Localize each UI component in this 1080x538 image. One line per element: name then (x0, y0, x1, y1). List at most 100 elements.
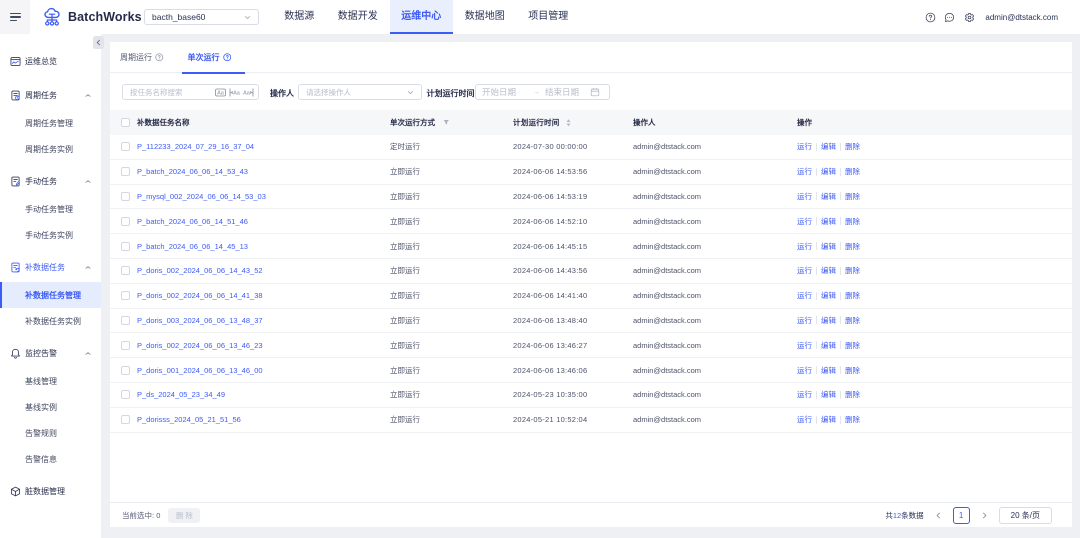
task-name-link[interactable]: P_doris_002_2024_06_06_13_46_23 (137, 341, 263, 350)
action-运行[interactable]: 运行 (797, 315, 812, 326)
top-nav-item-inactive[interactable]: 项目管理 (517, 0, 581, 34)
row-checkbox[interactable] (121, 415, 130, 424)
action-删除[interactable]: 删除 (845, 191, 860, 202)
page-size-select[interactable]: 20 条/页 (999, 507, 1052, 524)
row-checkbox[interactable] (121, 341, 130, 350)
top-nav-item-inactive[interactable]: 数据开发 (326, 0, 390, 34)
action-删除[interactable]: 删除 (845, 365, 860, 376)
task-name-link[interactable]: P_doris_001_2024_06_06_13_46_00 (137, 366, 263, 375)
action-编辑[interactable]: 编辑 (821, 216, 836, 227)
sidebar-item-手动任务实例[interactable]: 手动任务实例 (0, 222, 101, 248)
action-删除[interactable]: 删除 (845, 414, 860, 425)
sorter-icon[interactable] (566, 119, 571, 127)
column-header-method[interactable]: 单次运行方式 (390, 117, 513, 128)
sidebar-collapse-handle[interactable] (93, 36, 104, 49)
sidebar-item-补数据任务[interactable]: 补数据任务 (0, 252, 101, 282)
plan-time-range-picker[interactable]: 开始日期 → 结束日期 (475, 84, 610, 100)
row-checkbox[interactable] (121, 217, 130, 226)
settings-icon[interactable] (964, 12, 975, 23)
sidebar-item-告警信息[interactable]: 告警信息 (0, 446, 101, 472)
page-number[interactable]: 1 (953, 507, 970, 524)
next-page-icon[interactable] (981, 512, 988, 519)
row-checkbox[interactable] (121, 242, 130, 251)
action-运行[interactable]: 运行 (797, 166, 812, 177)
tab-周期运行[interactable]: 周期运行 (115, 42, 169, 73)
action-编辑[interactable]: 编辑 (821, 241, 836, 252)
action-运行[interactable]: 运行 (797, 191, 812, 202)
tab-单次运行[interactable]: 单次运行 (183, 42, 237, 73)
action-运行[interactable]: 运行 (797, 141, 812, 152)
action-编辑[interactable]: 编辑 (821, 141, 836, 152)
action-编辑[interactable]: 编辑 (821, 414, 836, 425)
sidebar-item-监控告警[interactable]: 监控告警 (0, 338, 101, 368)
action-运行[interactable]: 运行 (797, 340, 812, 351)
top-nav-item-inactive[interactable]: 数据源 (273, 0, 327, 34)
action-运行[interactable]: 运行 (797, 241, 812, 252)
match-whole-icon[interactable]: Aa (215, 88, 226, 97)
delete-button[interactable]: 删 除 (168, 508, 200, 523)
project-selector[interactable]: bacth_base60 (144, 9, 259, 25)
sidebar-item-周期任务管理[interactable]: 周期任务管理 (0, 110, 101, 136)
row-checkbox[interactable] (121, 291, 130, 300)
row-checkbox[interactable] (121, 266, 130, 275)
row-checkbox[interactable] (121, 366, 130, 375)
action-删除[interactable]: 删除 (845, 315, 860, 326)
action-编辑[interactable]: 编辑 (821, 290, 836, 301)
action-编辑[interactable]: 编辑 (821, 265, 836, 276)
action-编辑[interactable]: 编辑 (821, 166, 836, 177)
message-icon[interactable] (944, 12, 955, 23)
action-运行[interactable]: 运行 (797, 365, 812, 376)
row-checkbox[interactable] (121, 167, 130, 176)
column-header-operator[interactable]: 操作人 (633, 117, 797, 128)
action-运行[interactable]: 运行 (797, 414, 812, 425)
task-name-link[interactable]: P_mysql_002_2024_06_06_14_53_03 (137, 192, 266, 201)
action-运行[interactable]: 运行 (797, 265, 812, 276)
select-all-checkbox[interactable] (121, 118, 130, 127)
task-name-link[interactable]: P_batch_2024_06_06_14_53_43 (137, 167, 248, 176)
top-nav-item-inactive[interactable]: 数据地图 (453, 0, 517, 34)
task-name-link[interactable]: P_112233_2024_07_29_16_37_04 (137, 142, 254, 151)
row-checkbox[interactable] (121, 192, 130, 201)
filter-funnel-icon[interactable] (443, 119, 450, 126)
action-删除[interactable]: 删除 (845, 141, 860, 152)
action-编辑[interactable]: 编辑 (821, 340, 836, 351)
sidebar-item-周期任务实例[interactable]: 周期任务实例 (0, 136, 101, 162)
action-编辑[interactable]: 编辑 (821, 389, 836, 400)
sidebar-item-补数据任务实例[interactable]: 补数据任务实例 (0, 308, 101, 334)
action-删除[interactable]: 删除 (845, 166, 860, 177)
column-header-name[interactable]: 补数据任务名称 (137, 117, 390, 128)
task-name-link[interactable]: P_batch_2024_06_06_14_45_13 (137, 242, 248, 251)
operator-select[interactable]: 请选择操作人 (298, 84, 422, 100)
sidebar-item-运维总览[interactable]: 运维总览 (0, 46, 101, 76)
account-email[interactable]: admin@dtstack.com (985, 13, 1058, 22)
task-name-link[interactable]: P_doris_003_2024_06_06_13_48_37 (137, 316, 263, 325)
sidebar-item-基线实例[interactable]: 基线实例 (0, 394, 101, 420)
help-icon[interactable] (925, 12, 936, 23)
action-删除[interactable]: 删除 (845, 216, 860, 227)
column-header-time[interactable]: 计划运行时间 (513, 117, 633, 128)
sidebar-item-手动任务管理[interactable]: 手动任务管理 (0, 196, 101, 222)
action-删除[interactable]: 删除 (845, 241, 860, 252)
action-编辑[interactable]: 编辑 (821, 191, 836, 202)
action-运行[interactable]: 运行 (797, 389, 812, 400)
brand-logo-icon[interactable] (43, 7, 63, 27)
sidebar-item-脏数据管理[interactable]: 脏数据管理 (0, 476, 101, 506)
action-编辑[interactable]: 编辑 (821, 365, 836, 376)
task-name-link[interactable]: P_doris_002_2024_06_06_14_41_38 (137, 291, 263, 300)
row-checkbox[interactable] (121, 316, 130, 325)
sidebar-item-手动任务[interactable]: 手动任务 (0, 166, 101, 196)
action-删除[interactable]: 删除 (845, 290, 860, 301)
action-编辑[interactable]: 编辑 (821, 315, 836, 326)
action-删除[interactable]: 删除 (845, 389, 860, 400)
prev-page-icon[interactable] (935, 512, 942, 519)
top-nav-item-active[interactable]: 运维中心 (390, 0, 454, 34)
action-运行[interactable]: 运行 (797, 216, 812, 227)
menu-toggle-button[interactable] (0, 0, 30, 34)
match-prefix-icon[interactable]: Aa (229, 88, 240, 97)
match-suffix-icon[interactable]: Aa (243, 88, 254, 97)
task-name-link[interactable]: P_ds_2024_05_23_34_49 (137, 390, 225, 399)
task-name-link[interactable]: P_batch_2024_06_06_14_51_46 (137, 217, 248, 226)
action-运行[interactable]: 运行 (797, 290, 812, 301)
action-删除[interactable]: 删除 (845, 340, 860, 351)
row-checkbox[interactable] (121, 390, 130, 399)
